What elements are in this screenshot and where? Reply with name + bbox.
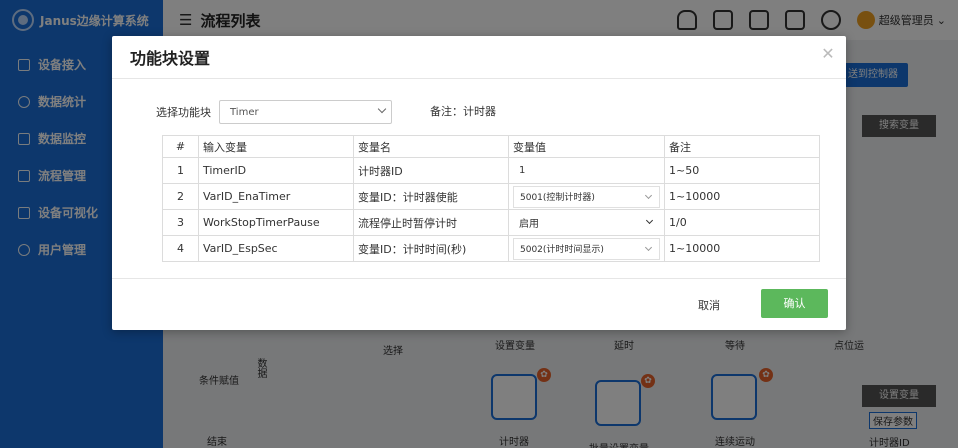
var-value-text: 5002(计时时间显示) [520, 245, 604, 255]
row-num: 1 [162, 157, 199, 184]
confirm-button[interactable]: 确认 [761, 289, 828, 318]
note: 1~10000 [664, 235, 820, 262]
dialog-footer: 取消 确认 [112, 278, 846, 330]
chevron-down-icon [645, 216, 654, 224]
col-header-value: 变量值 [508, 135, 665, 158]
table-row: 1 TimerID 计时器ID 1 1~50 [162, 157, 820, 184]
block-select[interactable]: Timer [219, 100, 392, 124]
col-header-name: 变量名 [353, 135, 509, 158]
var-value-text: 1 [519, 165, 526, 176]
var-value-select[interactable]: 5002(计时时间显示) [513, 237, 660, 260]
input-var: WorkStopTimerPause [198, 209, 354, 236]
col-header-num: # [162, 135, 199, 158]
select-label: 选择功能块 [156, 106, 211, 119]
dialog-header: 功能块设置 ✕ [112, 36, 846, 79]
var-value-select[interactable]: 启用 [513, 211, 660, 234]
row-num: 4 [162, 235, 199, 262]
var-value-cell: 启用 [508, 209, 665, 236]
chevron-down-icon [377, 104, 387, 114]
params-table: # 输入变量 变量名 变量值 备注 1 TimerID 计时器ID 1 1~50… [162, 135, 820, 262]
cancel-button[interactable]: 取消 [684, 292, 734, 320]
var-name: 计时器ID [353, 157, 509, 184]
chevron-down-icon [644, 243, 653, 251]
var-value-select[interactable]: 5001(控制计时器) [513, 185, 660, 208]
block-select-value: Timer [230, 106, 259, 118]
chevron-down-icon [644, 191, 653, 199]
var-value-text: 5001(控制计时器) [520, 193, 595, 203]
var-value-cell: 5001(控制计时器) [508, 183, 665, 210]
input-var: TimerID [198, 157, 354, 184]
table-header-row: # 输入变量 变量名 变量值 备注 [162, 135, 820, 158]
block-remark: 备注：计时器 [430, 105, 496, 118]
row-num: 2 [162, 183, 199, 210]
block-select-row: 选择功能块 Timer [156, 100, 392, 124]
var-value-cell: 5002(计时时间显示) [508, 235, 665, 262]
input-var: VarID_EspSec [198, 235, 354, 262]
table-row: 3 WorkStopTimerPause 流程停止时暂停计时 启用 1/0 [162, 209, 820, 236]
var-value-cell: 1 [508, 157, 665, 184]
note: 1~50 [664, 157, 820, 184]
table-row: 4 VarID_EspSec 变量ID：计时时间(秒) 5002(计时时间显示)… [162, 235, 820, 262]
var-name: 流程停止时暂停计时 [353, 209, 509, 236]
function-block-dialog: 功能块设置 ✕ 选择功能块 Timer 备注：计时器 # 输入变量 变量名 变量… [112, 36, 846, 330]
row-num: 3 [162, 209, 199, 236]
col-header-note: 备注 [664, 135, 820, 158]
note: 1/0 [664, 209, 820, 236]
input-var: VarID_EnaTimer [198, 183, 354, 210]
table-row: 2 VarID_EnaTimer 变量ID：计时器使能 5001(控制计时器) … [162, 183, 820, 210]
var-name: 变量ID：计时时间(秒) [353, 235, 509, 262]
note: 1~10000 [664, 183, 820, 210]
var-value-input[interactable]: 1 [513, 159, 660, 182]
var-name: 变量ID：计时器使能 [353, 183, 509, 210]
close-icon[interactable]: ✕ [820, 46, 836, 62]
col-header-input: 输入变量 [198, 135, 354, 158]
var-value-text: 启用 [519, 219, 539, 230]
dialog-title: 功能块设置 [130, 49, 211, 68]
